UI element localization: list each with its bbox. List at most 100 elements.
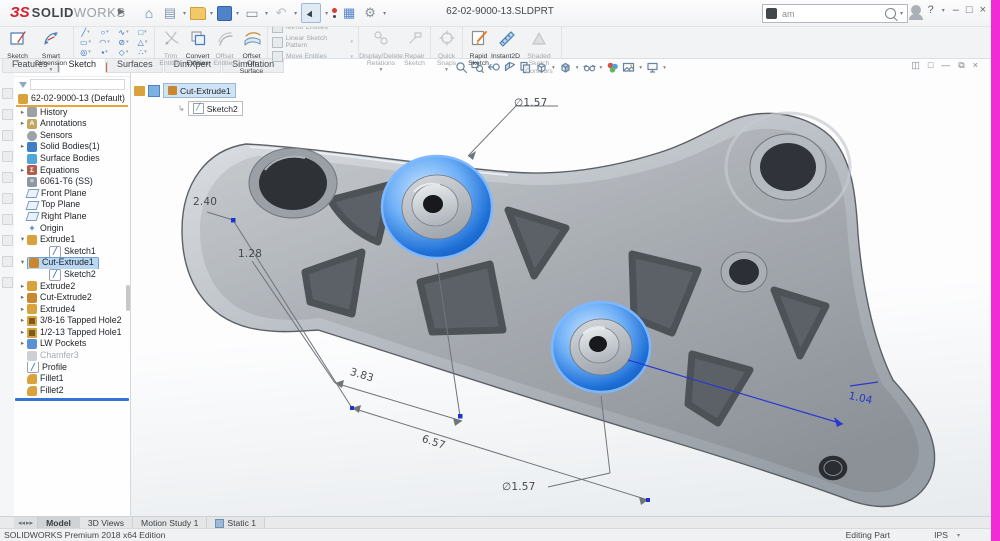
rapid-sketch-button[interactable]: Rapid Sketch bbox=[465, 27, 492, 57]
close-doc-button[interactable]: × bbox=[973, 60, 978, 71]
search-input[interactable] bbox=[780, 8, 882, 20]
center-rectangle-icon[interactable]: ▭▾ bbox=[76, 37, 95, 47]
rollback-bar[interactable] bbox=[15, 398, 129, 401]
apply-scene-icon[interactable] bbox=[622, 61, 635, 74]
sketch-button[interactable]: Sketch▼ bbox=[4, 27, 31, 57]
arc-icon[interactable]: ◠▾ bbox=[95, 37, 114, 47]
left-strip-icon-2[interactable] bbox=[2, 109, 13, 120]
tree-item-1-2-13-tapped-hole1[interactable]: ▸1/2-13 Tapped Hole1 bbox=[14, 327, 130, 339]
dimension-label-2[interactable]: 2.40 bbox=[193, 196, 217, 208]
tree-item-sensors[interactable]: Sensors bbox=[14, 130, 130, 142]
graphics-viewport[interactable] bbox=[130, 58, 991, 517]
tree-item-extrude4[interactable]: ▸Extrude4 bbox=[14, 304, 130, 316]
tree-root-item[interactable]: 62-02-9000-13 (Default) bbox=[14, 93, 130, 105]
section-view-icon[interactable] bbox=[503, 61, 516, 74]
slot-icon[interactable]: ◎▾ bbox=[76, 47, 95, 57]
part-icon[interactable] bbox=[134, 86, 145, 96]
tree-item-equations[interactable]: ▸ΣEquations bbox=[14, 165, 130, 177]
left-strip-icon-10[interactable] bbox=[2, 277, 13, 288]
tree-expand-icon[interactable]: ▸ bbox=[18, 107, 27, 119]
tree-item-cut-extrude1[interactable]: ▾Cut-Extrude1 bbox=[14, 257, 130, 269]
hide-show-items-icon[interactable] bbox=[583, 61, 596, 74]
breadcrumb-sketch-chip[interactable]: ╱ Sketch2 bbox=[188, 101, 243, 116]
tree-item-lw-pockets[interactable]: ▸LW Pockets bbox=[14, 338, 130, 350]
tree-item-fillet2[interactable]: Fillet2 bbox=[14, 385, 130, 397]
dropdown-caret-icon[interactable]: ▾ bbox=[576, 65, 579, 71]
quick-snaps-button[interactable]: Quick Snaps▼ bbox=[433, 27, 460, 57]
left-strip-icon-8[interactable] bbox=[2, 235, 13, 246]
tree-item-chamfer3[interactable]: Chamfer3 bbox=[14, 350, 130, 362]
dimension-label-3[interactable]: 1.28 bbox=[238, 248, 262, 260]
edit-appearance-icon[interactable] bbox=[606, 61, 619, 74]
shaded-sketch-contours-button[interactable]: Shaded Sketch Contours bbox=[519, 27, 559, 57]
search-caret-icon[interactable]: ▾ bbox=[900, 10, 903, 17]
tree-expand-icon[interactable]: ▸ bbox=[18, 292, 27, 304]
tree-item-extrude2[interactable]: ▸Extrude2 bbox=[14, 281, 130, 293]
tree-item-solid-bodies-1-[interactable]: ▸Solid Bodies(1) bbox=[14, 141, 130, 153]
tree-item-sketch2[interactable]: ╱Sketch2 bbox=[14, 269, 130, 281]
viewport-single-button[interactable]: □ bbox=[928, 60, 933, 71]
tree-item-top-plane[interactable]: Top Plane bbox=[14, 199, 130, 211]
smart-dimension-button[interactable]: Smart Dimension▼ bbox=[31, 27, 71, 57]
units-label[interactable]: IPS bbox=[934, 530, 948, 540]
left-strip-icon-7[interactable] bbox=[2, 214, 13, 225]
tree-expand-icon[interactable]: ▸ bbox=[18, 338, 27, 350]
line-icon[interactable]: ╱▾ bbox=[76, 27, 95, 37]
left-strip-icon-3[interactable] bbox=[2, 130, 13, 141]
instant2d-button[interactable]: Instant2D bbox=[492, 27, 519, 57]
close-button[interactable]: × bbox=[980, 4, 986, 16]
left-strip-icon-5[interactable] bbox=[2, 172, 13, 183]
tab-surfaces[interactable]: Surfaces bbox=[107, 57, 163, 73]
text-icon[interactable]: ∴▾ bbox=[133, 47, 152, 57]
tree-expand-icon[interactable]: ▸ bbox=[18, 315, 27, 327]
tree-expand-icon[interactable]: ▸ bbox=[18, 327, 27, 339]
user-account-icon[interactable] bbox=[911, 5, 921, 15]
circle-icon[interactable]: ○▾ bbox=[95, 27, 114, 37]
tree-item-fillet1[interactable]: Fillet1 bbox=[14, 373, 130, 385]
units-caret-icon[interactable]: ▾ bbox=[957, 532, 960, 539]
search-scope-icon[interactable] bbox=[766, 8, 777, 19]
tree-expand-icon[interactable]: ▾ bbox=[18, 234, 27, 246]
convert-entities-button[interactable]: Convert Entities bbox=[184, 27, 211, 57]
restore-doc-button[interactable]: ⧉ bbox=[958, 60, 964, 71]
tree-expand-icon[interactable]: ▸ bbox=[18, 281, 27, 293]
tree-item-3-8-16-tapped-hole2[interactable]: ▸3/8-16 Tapped Hole2 bbox=[14, 315, 130, 327]
body-icon[interactable] bbox=[148, 85, 160, 97]
dropdown-caret-icon[interactable]: ▾ bbox=[600, 65, 603, 71]
tree-expand-icon[interactable]: ▾ bbox=[18, 257, 27, 269]
filter-input[interactable] bbox=[30, 79, 125, 90]
minimize-button[interactable]: – bbox=[953, 4, 959, 16]
tree-item-right-plane[interactable]: Right Plane bbox=[14, 211, 130, 223]
search-box[interactable]: ▾ bbox=[762, 4, 908, 23]
dimension-label-1[interactable]: ∅1.57 bbox=[514, 97, 548, 109]
viewport-split-button[interactable]: ◫ bbox=[911, 60, 920, 71]
tree-item-origin[interactable]: +Origin bbox=[14, 223, 130, 235]
dropdown-caret-icon[interactable]: ▾ bbox=[639, 65, 642, 71]
tree-item-sketch1[interactable]: ╱Sketch1 bbox=[14, 246, 130, 258]
dropdown-caret-icon[interactable]: ▾ bbox=[663, 65, 666, 71]
tree-item-profile[interactable]: ╱Profile bbox=[14, 362, 130, 374]
move-entities-button[interactable]: Move Entities▾ bbox=[270, 51, 356, 62]
panel-splitter-handle[interactable] bbox=[126, 285, 130, 311]
left-strip-icon-4[interactable] bbox=[2, 151, 13, 162]
polygon-icon[interactable]: △▾ bbox=[133, 37, 152, 47]
point-icon[interactable]: ▪▾ bbox=[95, 47, 114, 57]
search-icon[interactable] bbox=[885, 8, 896, 19]
tree-item-6061-t6-ss-[interactable]: ≡6061-T6 (SS) bbox=[14, 176, 130, 188]
tree-item-annotations[interactable]: ▸AAnnotations bbox=[14, 118, 130, 130]
fillet-icon[interactable]: ◇▾ bbox=[114, 47, 133, 57]
left-strip-icon-1[interactable] bbox=[2, 88, 13, 99]
minimize-doc-button[interactable]: — bbox=[941, 60, 950, 71]
breadcrumb-feature-chip[interactable]: Cut-Extrude1 bbox=[163, 83, 236, 98]
tree-item-extrude1[interactable]: ▾Extrude1 bbox=[14, 234, 130, 246]
tree-expand-icon[interactable]: ▸ bbox=[18, 165, 27, 177]
dimension-label-6[interactable]: ∅1.57 bbox=[502, 481, 536, 493]
tree-item-surface-bodies[interactable]: Surface Bodies bbox=[14, 153, 130, 165]
view-settings-icon[interactable] bbox=[646, 61, 659, 74]
tree-item-history[interactable]: ▸History bbox=[14, 107, 130, 119]
spline-icon[interactable]: ∿▾ bbox=[114, 27, 133, 37]
trim-entities-button[interactable]: Trim Entities bbox=[157, 27, 184, 57]
left-strip-icon-9[interactable] bbox=[2, 256, 13, 267]
linear-sketch-pattern-button[interactable]: Linear Sketch Pattern▾ bbox=[270, 35, 356, 49]
offset-on-surface-button[interactable]: Offset On Surface bbox=[238, 27, 265, 57]
